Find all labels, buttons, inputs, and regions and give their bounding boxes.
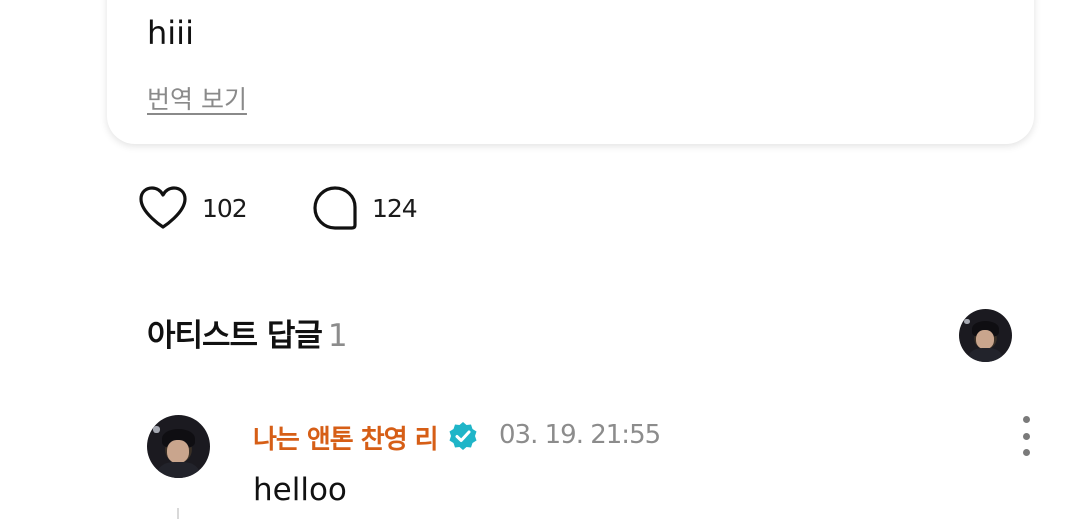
translate-link[interactable]: 번역 보기 [147, 80, 247, 116]
artist-replies-title: 아티스트 답글 [147, 318, 323, 354]
heart-icon [139, 186, 187, 229]
comment-timestamp: 03. 19. 21:55 [499, 420, 661, 450]
reply-thread-line [177, 508, 179, 519]
post-text: hiii [147, 14, 194, 52]
post-card: hiii 번역 보기 [107, 0, 1034, 144]
comment-author-name[interactable]: 나는 앤톤 찬영 리 [253, 419, 439, 456]
like-button[interactable]: 102 [138, 183, 248, 233]
artist-replies-header: 아티스트 답글 1 [147, 310, 348, 355]
more-options-button[interactable] [1010, 416, 1042, 456]
comment-author-avatar[interactable] [147, 415, 210, 478]
artist-avatar[interactable] [959, 309, 1012, 362]
more-vertical-icon [1022, 416, 1030, 423]
artist-replies-count: 1 [327, 318, 348, 354]
comment-bubble-icon [313, 186, 357, 230]
like-count: 102 [202, 193, 248, 223]
comment-text: helloo [253, 472, 347, 508]
verified-badge-icon [449, 422, 477, 450]
comment-count: 124 [372, 193, 418, 223]
comment-button[interactable]: 124 [312, 183, 418, 233]
